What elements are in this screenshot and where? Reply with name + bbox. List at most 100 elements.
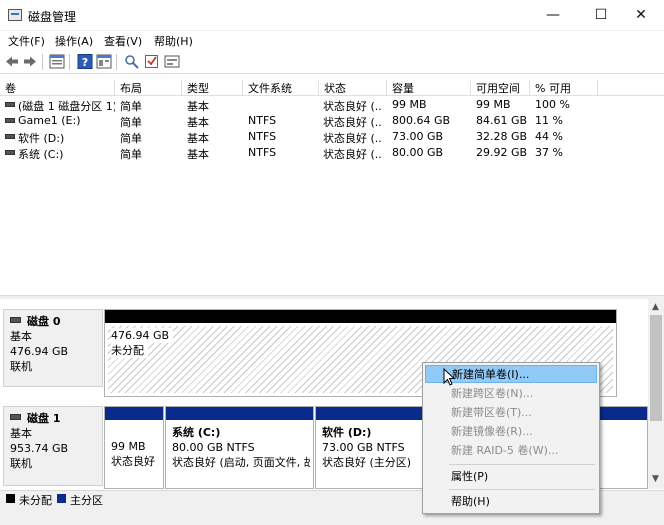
- disk-management-icon: [8, 9, 22, 21]
- check-icon[interactable]: [144, 54, 160, 69]
- primary-partition-bar: [105, 407, 163, 420]
- menu-item-help[interactable]: 帮助(H): [425, 493, 597, 511]
- column-header-free-space[interactable]: 可用空间: [471, 80, 530, 96]
- column-header-status[interactable]: 状态: [319, 80, 387, 96]
- cell-status: 状态良好 (...: [323, 132, 383, 145]
- cell-percent-free: 11 %: [535, 114, 563, 127]
- legend-swatch-unallocated: [6, 494, 15, 503]
- cell-filesystem: NTFS: [248, 146, 277, 159]
- menu-item-properties[interactable]: 属性(P): [425, 468, 597, 486]
- cell-layout: 简单: [120, 116, 142, 129]
- column-header-capacity[interactable]: 容量: [387, 80, 471, 96]
- disk-type: 基本: [10, 330, 32, 343]
- menu-item-new-mirrored-volume[interactable]: 新建镜像卷(R)...: [425, 423, 597, 441]
- primary-partition-bar: [166, 407, 313, 420]
- disk-icon: [10, 317, 21, 323]
- svg-text:?: ?: [82, 56, 88, 69]
- volume-icon: [5, 150, 15, 155]
- cell-capacity: 73.00 GB: [392, 130, 444, 143]
- disk-icon: [10, 414, 21, 420]
- partition-body: 系统 (C:) 80.00 GB NTFS 状态良好 (启动, 页面文件, 故: [169, 423, 310, 485]
- cell-free-space: 32.28 GB: [476, 130, 528, 143]
- cell-free-space: 84.61 GB: [476, 114, 528, 127]
- menu-action[interactable]: 操作(A): [55, 33, 93, 49]
- toolbar-separator: [116, 54, 117, 70]
- column-header-type[interactable]: 类型: [182, 80, 243, 96]
- cell-percent-free: 100 %: [535, 98, 570, 111]
- properties-icon[interactable]: [96, 54, 112, 69]
- partition-size: 99 MB: [111, 440, 146, 453]
- cell-volume: 系统 (C:): [18, 148, 64, 161]
- help-icon[interactable]: ?: [77, 54, 93, 69]
- partition-system-c[interactable]: 系统 (C:) 80.00 GB NTFS 状态良好 (启动, 页面文件, 故: [165, 406, 314, 489]
- legend-label-primary: 主分区: [70, 494, 103, 507]
- menu-file[interactable]: 文件(F): [8, 33, 45, 49]
- volume-list: 卷 布局 类型 文件系统 状态 容量 可用空间 % 可用 (磁盘 1 磁盘分区 …: [0, 78, 664, 295]
- disk-name: 磁盘 0: [27, 315, 61, 328]
- rescan-icon[interactable]: [124, 54, 140, 69]
- column-header-layout[interactable]: 布局: [115, 80, 182, 96]
- partition-label: 未分配: [111, 343, 148, 358]
- close-button[interactable]: ✕: [618, 0, 664, 31]
- legend-label-unallocated: 未分配: [19, 494, 52, 507]
- cell-capacity: 99 MB: [392, 98, 427, 111]
- cell-filesystem: NTFS: [248, 130, 277, 143]
- partition-name: 系统 (C:): [172, 426, 221, 439]
- cell-status: 状态良好 (...: [323, 100, 383, 113]
- volume-icon[interactable]: [164, 54, 180, 69]
- toolbar-separator: [42, 54, 43, 70]
- menu-item-new-striped-volume[interactable]: 新建带区卷(T)...: [425, 404, 597, 422]
- scroll-up-arrow-icon[interactable]: ▲: [652, 302, 659, 312]
- column-header-percent-free[interactable]: % 可用: [530, 80, 598, 96]
- partition-body: 99 MB 状态良好: [108, 437, 160, 485]
- toolbar-separator: [69, 54, 70, 70]
- table-row[interactable]: 系统 (C:) 简单 基本 NTFS 状态良好 (... 80.00 GB 29…: [0, 145, 664, 161]
- menu-bar: 文件(F) 操作(A) 查看(V) 帮助(H): [0, 31, 664, 49]
- disk-0-info[interactable]: 磁盘 0 基本 476.94 GB 联机: [3, 309, 103, 387]
- cell-type: 基本: [187, 148, 209, 161]
- disk-size: 953.74 GB: [10, 442, 69, 455]
- cell-layout: 简单: [120, 100, 142, 113]
- column-header-volume[interactable]: 卷: [0, 80, 115, 96]
- cell-layout: 简单: [120, 148, 142, 161]
- table-row[interactable]: (磁盘 1 磁盘分区 1) 简单 基本 状态良好 (... 99 MB 99 M…: [0, 97, 664, 113]
- partition-system-reserved[interactable]: 99 MB 状态良好: [104, 406, 164, 489]
- disk-type: 基本: [10, 427, 32, 440]
- disk-size: 476.94 GB: [10, 345, 69, 358]
- mouse-cursor-icon: [443, 368, 455, 386]
- forward-arrow-icon[interactable]: [22, 54, 38, 69]
- partition-size: 80.00 GB NTFS: [172, 441, 255, 454]
- table-row[interactable]: Game1 (E:) 简单 基本 NTFS 状态良好 (... 800.64 G…: [0, 113, 664, 129]
- back-arrow-icon[interactable]: [4, 54, 20, 69]
- cell-free-space: 99 MB: [476, 98, 511, 111]
- scrollbar-thumb[interactable]: [650, 315, 662, 421]
- cell-type: 基本: [187, 132, 209, 145]
- menu-view[interactable]: 查看(V): [104, 33, 142, 49]
- volume-icon: [5, 118, 15, 123]
- volume-icon: [5, 134, 15, 139]
- vertical-scrollbar[interactable]: ▲ ▼: [648, 299, 664, 489]
- menu-separator: [449, 489, 595, 490]
- minimize-button[interactable]: —: [530, 0, 576, 31]
- cell-status: 状态良好 (...: [323, 148, 383, 161]
- disk-status: 联机: [10, 457, 32, 470]
- menu-item-new-raid5-volume[interactable]: 新建 RAID-5 卷(W)...: [425, 442, 597, 460]
- menu-item-new-spanned-volume[interactable]: 新建跨区卷(N)...: [425, 385, 597, 403]
- cell-capacity: 80.00 GB: [392, 146, 444, 159]
- legend-swatch-primary: [57, 494, 66, 503]
- partition-status: 状态良好 (启动, 页面文件, 故: [172, 456, 310, 469]
- column-header-filesystem[interactable]: 文件系统: [243, 80, 319, 96]
- disk-list-icon[interactable]: [49, 54, 65, 69]
- scroll-down-arrow-icon[interactable]: ▼: [652, 474, 659, 484]
- menu-separator: [449, 464, 595, 465]
- table-row[interactable]: 软件 (D:) 简单 基本 NTFS 状态良好 (... 73.00 GB 32…: [0, 129, 664, 145]
- volume-icon: [5, 102, 15, 107]
- volume-list-header: 卷 布局 类型 文件系统 状态 容量 可用空间 % 可用: [0, 78, 664, 96]
- cell-percent-free: 44 %: [535, 130, 563, 143]
- cell-capacity: 800.64 GB: [392, 114, 451, 127]
- disk-1-info[interactable]: 磁盘 1 基本 953.74 GB 联机: [3, 406, 103, 486]
- toolbar: ?: [0, 50, 664, 74]
- menu-help[interactable]: 帮助(H): [154, 33, 193, 49]
- cell-type: 基本: [187, 100, 209, 113]
- cell-volume: Game1 (E:): [18, 114, 81, 127]
